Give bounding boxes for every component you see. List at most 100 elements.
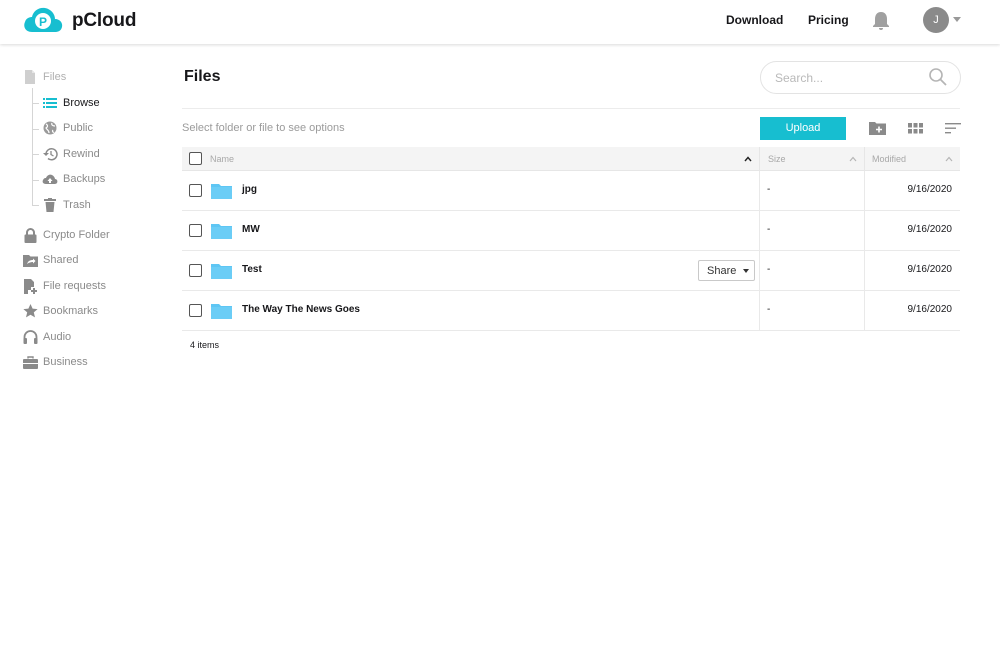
folder-icon (211, 304, 232, 319)
column-header-size[interactable]: Size (768, 147, 786, 171)
brand-name: pCloud (72, 10, 137, 31)
file-name[interactable]: The Way The News Goes (242, 304, 360, 315)
sidebar-item-label: Browse (63, 97, 100, 109)
pcloud-logo[interactable]: P pCloud (22, 5, 136, 37)
search-icon[interactable] (928, 67, 948, 87)
column-separator (759, 291, 760, 331)
tree-line (32, 88, 33, 206)
headphones-icon (22, 329, 38, 345)
pcloud-logo-icon: P (24, 7, 63, 33)
column-separator (864, 171, 865, 211)
top-header: P pCloud Download Pricing J (0, 0, 1000, 44)
new-folder-icon[interactable] (868, 120, 886, 136)
sort-caret-icon[interactable] (945, 155, 953, 163)
star-icon (22, 303, 38, 319)
folder-icon (211, 224, 232, 239)
notifications-bell-icon[interactable] (872, 11, 890, 31)
select-all-checkbox[interactable] (189, 152, 202, 165)
row-checkbox[interactable] (189, 224, 202, 237)
sort-ascending-icon[interactable] (744, 155, 752, 163)
page-title: Files (184, 68, 221, 85)
sidebar: Files Browse Public Rewind Backups Trash… (0, 44, 170, 660)
sidebar-item-browse[interactable]: Browse (42, 94, 100, 112)
user-avatar[interactable]: J (923, 7, 949, 33)
files-table: Name Size Modified jpg - 9/16/2020 MW - … (182, 147, 960, 331)
item-count: 4 items (190, 340, 220, 350)
column-separator (864, 251, 865, 291)
tree-tick (32, 103, 39, 104)
file-request-icon (22, 278, 38, 294)
row-checkbox[interactable] (189, 184, 202, 197)
sidebar-item-rewind[interactable]: Rewind (42, 145, 100, 163)
column-header-modified[interactable]: Modified (872, 147, 906, 171)
column-separator (864, 211, 865, 251)
file-name[interactable]: jpg (242, 184, 257, 195)
nav-download[interactable]: Download (726, 13, 783, 27)
column-header-name[interactable]: Name (210, 147, 234, 171)
file-size: - (767, 184, 771, 195)
sidebar-item-backups[interactable]: Backups (42, 170, 105, 188)
row-checkbox[interactable] (189, 304, 202, 317)
file-icon (22, 69, 38, 85)
sidebar-item-file-requests[interactable]: File requests (22, 277, 106, 295)
sidebar-item-shared[interactable]: Shared (22, 251, 78, 269)
row-checkbox[interactable] (189, 264, 202, 277)
upload-button[interactable]: Upload (760, 117, 846, 140)
sidebar-item-label: Backups (63, 173, 106, 185)
history-icon (42, 146, 58, 162)
file-size: - (767, 264, 771, 275)
sidebar-item-audio[interactable]: Audio (22, 328, 71, 346)
svg-text:P: P (39, 15, 47, 29)
cloud-upload-icon (42, 171, 58, 187)
sidebar-item-files[interactable]: Files (22, 68, 66, 86)
column-separator (759, 171, 760, 211)
table-row[interactable]: jpg - 9/16/2020 (182, 171, 960, 211)
file-name[interactable]: Test (242, 264, 262, 275)
file-modified: 9/16/2020 (907, 304, 953, 315)
tree-tick (32, 129, 39, 130)
sidebar-item-public[interactable]: Public (42, 119, 93, 137)
table-row[interactable]: The Way The News Goes - 9/16/2020 (182, 291, 960, 331)
file-modified: 9/16/2020 (907, 184, 953, 195)
file-modified: 9/16/2020 (907, 224, 953, 235)
sort-caret-icon[interactable] (849, 155, 857, 163)
file-name[interactable]: MW (242, 224, 260, 235)
folder-icon (211, 264, 232, 279)
sidebar-item-label: Trash (63, 199, 91, 211)
sort-icon[interactable] (944, 120, 962, 136)
column-separator (759, 211, 760, 251)
sidebar-item-label: Public (63, 122, 93, 134)
sidebar-item-label: Bookmarks (43, 305, 99, 317)
sidebar-item-label: Shared (43, 254, 79, 266)
sidebar-item-business[interactable]: Business (22, 353, 88, 371)
grid-view-icon[interactable] (906, 120, 924, 136)
trash-icon (42, 197, 58, 213)
share-button[interactable]: Share (698, 260, 755, 281)
file-size: - (767, 224, 771, 235)
sidebar-item-crypto-folder[interactable]: Crypto Folder (22, 226, 110, 244)
chevron-down-icon (743, 268, 750, 273)
table-header: Name Size Modified (182, 147, 960, 171)
tree-tick (32, 180, 39, 181)
divider (182, 108, 960, 109)
sidebar-item-trash[interactable]: Trash (42, 196, 91, 214)
nav-pricing[interactable]: Pricing (808, 13, 849, 27)
sidebar-item-label: Business (43, 356, 88, 368)
sidebar-item-label: Audio (43, 331, 72, 343)
file-modified: 9/16/2020 (907, 264, 953, 275)
column-separator (759, 251, 760, 291)
column-separator (864, 147, 865, 171)
file-size: - (767, 304, 771, 315)
column-separator (864, 291, 865, 331)
lock-icon (22, 227, 38, 243)
sidebar-item-bookmarks[interactable]: Bookmarks (22, 302, 98, 320)
sidebar-item-label: Crypto Folder (43, 229, 110, 241)
sidebar-item-label: Rewind (63, 148, 100, 160)
sidebar-item-label: Files (43, 71, 67, 83)
account-dropdown-caret-icon[interactable] (953, 17, 961, 22)
table-row[interactable]: MW - 9/16/2020 (182, 211, 960, 251)
table-row[interactable]: Test Share - 9/16/2020 (182, 251, 960, 291)
list-icon (42, 95, 58, 111)
folder-icon (211, 184, 232, 199)
share-button-label: Share (707, 264, 737, 277)
